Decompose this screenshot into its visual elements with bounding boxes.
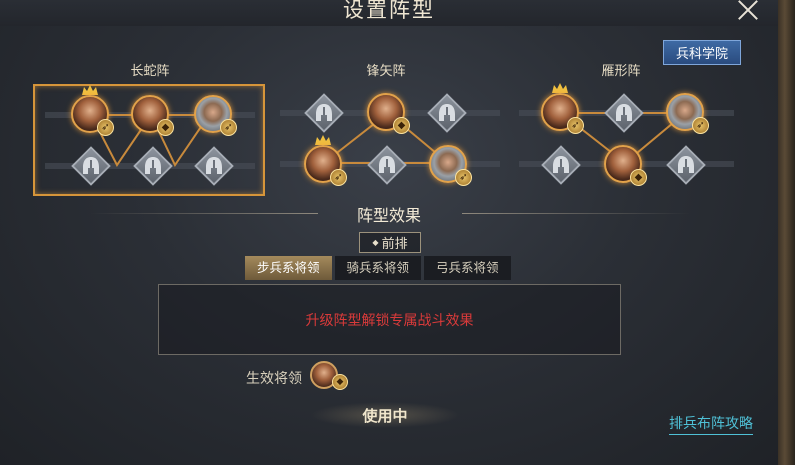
formation-card-arrow[interactable]: ◆ ➶ ➶ [276, 84, 508, 196]
crown-icon [552, 83, 568, 93]
tab-infantry[interactable]: 步兵系将领 [245, 256, 332, 280]
effect-description-box: 升级阵型解锁专属战斗效果 [158, 284, 621, 355]
shield-badge-icon: ◆ [332, 374, 348, 390]
hero-slot[interactable]: ➶ [303, 135, 347, 186]
formation-name-long-snake: 长蛇阵 [130, 64, 170, 79]
tab-cavalry[interactable]: 骑兵系将领 [334, 256, 422, 280]
helmet-icon [316, 104, 332, 121]
helmet-icon [83, 157, 99, 174]
empty-slot[interactable] [426, 92, 468, 134]
window-title: 设置阵型 [343, 0, 435, 22]
helmet-icon [553, 156, 569, 173]
hero-slot[interactable]: ➶ [665, 92, 709, 134]
front-row-tag[interactable]: ◆ 前排 [359, 232, 421, 253]
hero-slot[interactable]: ➶ [193, 94, 237, 136]
helmet-icon [678, 156, 694, 173]
empty-slot[interactable] [366, 144, 408, 186]
crown-icon [315, 135, 331, 145]
helmet-icon [379, 156, 395, 173]
bow-badge-icon: ➶ [330, 169, 347, 186]
shield-badge-icon: ◆ [157, 119, 174, 136]
locked-effect-message: 升级阵型解锁专属战斗效果 [305, 312, 474, 329]
tab-archer[interactable]: 弓兵系将领 [424, 256, 511, 280]
bow-badge-icon: ➶ [97, 119, 114, 136]
in-use-button[interactable]: 使用中 [310, 402, 460, 428]
bow-badge-icon: ➶ [220, 119, 237, 136]
formation-card-long-snake[interactable]: ➶ ◆ ➶ [33, 84, 265, 196]
formation-guide-link[interactable]: 排兵布阵攻略 [669, 413, 753, 435]
empty-slot[interactable] [603, 92, 645, 134]
hero-slot[interactable]: ➶ [428, 144, 472, 186]
diamond-bullet-icon: ◆ [372, 238, 379, 247]
shield-badge-icon: ◆ [630, 169, 647, 186]
hero-slot[interactable]: ➶ [540, 83, 584, 134]
close-icon[interactable] [734, 0, 762, 25]
empty-slot[interactable] [665, 144, 707, 186]
crown-icon [82, 85, 98, 95]
hero-slot[interactable]: ◆ [366, 92, 410, 134]
academy-button[interactable]: 兵科学院 [663, 40, 741, 65]
empty-slot[interactable] [540, 144, 582, 186]
empty-slot[interactable] [193, 145, 235, 187]
empty-slot[interactable] [303, 92, 345, 134]
hero-slot[interactable]: ◆ [130, 94, 174, 136]
active-general-label: 生效将领 [246, 371, 302, 387]
helmet-icon [439, 104, 455, 121]
effect-section-title: 阵型效果 [356, 206, 421, 225]
general-type-tabs: 步兵系将领 骑兵系将领 弓兵系将领 [245, 256, 511, 280]
empty-slot[interactable] [70, 145, 112, 187]
helmet-icon [616, 104, 632, 121]
shield-badge-icon: ◆ [393, 117, 410, 134]
formation-name-arrow: 锋矢阵 [366, 64, 406, 79]
bow-badge-icon: ➶ [455, 169, 472, 186]
bow-badge-icon: ➶ [692, 117, 709, 134]
active-general-avatar[interactable]: ◆ [310, 361, 348, 393]
helmet-icon [145, 157, 161, 174]
formation-card-goose[interactable]: ➶ ➶ ◆ [515, 83, 747, 196]
hero-slot[interactable]: ➶ [70, 85, 114, 136]
empty-slot[interactable] [132, 145, 174, 187]
front-row-label: 前排 [381, 237, 408, 252]
formation-name-goose: 雁形阵 [601, 64, 641, 79]
bow-badge-icon: ➶ [567, 117, 584, 134]
hero-slot[interactable]: ◆ [603, 144, 647, 186]
background-edge [778, 0, 795, 465]
helmet-icon [206, 157, 222, 174]
